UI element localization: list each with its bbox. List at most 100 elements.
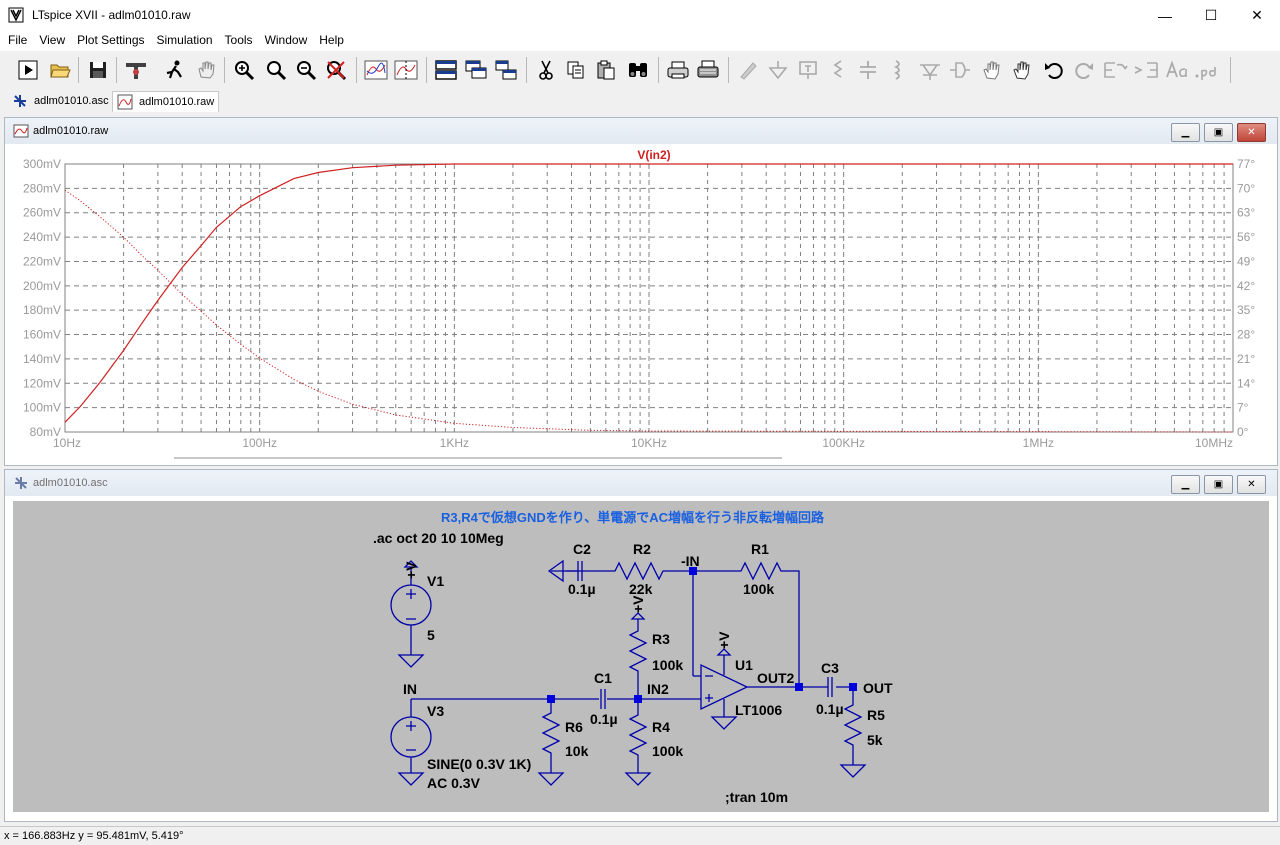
c1-label[interactable]: C1: [594, 670, 612, 686]
u1-value[interactable]: LT1006: [735, 702, 782, 718]
plot-pane-icon[interactable]: [392, 56, 420, 84]
schematic-comment[interactable]: R3,R4で仮想GNDを作り、単電源でAC増幅を行う非反転増幅回路: [441, 510, 825, 525]
pan-hand-icon[interactable]: [192, 56, 220, 84]
undo-icon[interactable]: [1040, 56, 1068, 84]
waveform-plot[interactable]: 80mV100mV120mV140mV160mV180mV200mV220mV2…: [6, 145, 1275, 463]
waveform-minimize-button[interactable]: ▁: [1171, 123, 1200, 142]
menu-tools[interactable]: Tools: [217, 31, 257, 47]
inductor-icon[interactable]: [884, 56, 912, 84]
maximize-button[interactable]: ☐: [1188, 0, 1234, 31]
ltspice-app-icon: [8, 7, 24, 23]
r3-supply-label[interactable]: +V: [630, 595, 646, 613]
paste-icon[interactable]: [592, 56, 620, 84]
spice-directive-icon[interactable]: [1194, 56, 1222, 84]
mirror-icon[interactable]: [1132, 56, 1160, 84]
net-label-in[interactable]: IN: [403, 681, 417, 697]
r6-label[interactable]: R6: [565, 719, 583, 735]
c3-label[interactable]: C3: [821, 660, 839, 676]
schematic-restore-button[interactable]: ▣: [1204, 475, 1233, 494]
component-icon[interactable]: [946, 56, 974, 84]
zoom-fit-icon[interactable]: [292, 56, 320, 84]
schematic-canvas[interactable]: R3,R4で仮想GNDを作り、単電源でAC増幅を行う非反転増幅回路 .ac oc…: [13, 501, 1269, 812]
copy-icon[interactable]: [562, 56, 590, 84]
tab-schematic[interactable]: adlm01010.asc: [8, 91, 113, 111]
r6-value[interactable]: 10k: [565, 743, 589, 759]
menu-plot-settings[interactable]: Plot Settings: [69, 31, 148, 47]
ground-icon[interactable]: [764, 56, 792, 84]
autorange-icon[interactable]: [362, 56, 390, 84]
r2-value[interactable]: 22k: [629, 581, 653, 597]
print-setup-icon[interactable]: [694, 56, 722, 84]
c3-value[interactable]: 0.1µ: [816, 701, 844, 717]
zoom-in-icon[interactable]: [230, 56, 258, 84]
diode-icon[interactable]: [916, 56, 944, 84]
menu-window[interactable]: Window: [257, 31, 312, 47]
v3-value-sine[interactable]: SINE(0 0.3V 1K): [427, 756, 531, 772]
label-net-icon[interactable]: [794, 56, 822, 84]
v3-label[interactable]: V3: [427, 703, 444, 719]
junction-node-out2: [795, 683, 803, 691]
r3-value[interactable]: 100k: [652, 657, 683, 673]
print-icon[interactable]: [664, 56, 692, 84]
menu-file[interactable]: File: [0, 31, 31, 47]
rotate-icon[interactable]: [1102, 56, 1130, 84]
run-icon[interactable]: [14, 56, 42, 84]
r1-label[interactable]: R1: [751, 541, 769, 557]
u1-label[interactable]: U1: [735, 657, 753, 673]
tran-directive[interactable]: ;tran 10m: [725, 789, 788, 805]
zoom-cancel-icon[interactable]: [322, 56, 350, 84]
menu-help[interactable]: Help: [311, 31, 348, 47]
draw-wire-icon[interactable]: [734, 56, 762, 84]
menu-simulation[interactable]: Simulation: [149, 31, 217, 47]
cascade-icon[interactable]: [462, 56, 490, 84]
r5-value[interactable]: 5k: [867, 732, 883, 748]
net-label-out[interactable]: OUT: [863, 680, 893, 696]
waveform-restore-button[interactable]: ▣: [1204, 123, 1233, 142]
ac-directive[interactable]: .ac oct 20 10 10Meg: [373, 530, 504, 546]
r5-label[interactable]: R5: [867, 707, 885, 723]
find-icon[interactable]: [624, 56, 652, 84]
net-label-minus-in[interactable]: -IN: [681, 553, 700, 569]
r2-label[interactable]: R2: [633, 541, 651, 557]
cut-icon[interactable]: [532, 56, 560, 84]
schematic-minimize-button[interactable]: ▁: [1171, 475, 1200, 494]
v1-supply-label[interactable]: +V: [403, 561, 419, 579]
move-icon[interactable]: [978, 56, 1006, 84]
redo-icon[interactable]: [1070, 56, 1098, 84]
zoom-out-icon[interactable]: [262, 56, 290, 84]
u1-supply-label[interactable]: +V: [716, 631, 732, 649]
run-animate-icon[interactable]: [160, 56, 188, 84]
save-icon[interactable]: [84, 56, 112, 84]
control-panel-icon[interactable]: [122, 56, 150, 84]
capacitor-icon[interactable]: [854, 56, 882, 84]
close-button[interactable]: ✕: [1234, 0, 1280, 31]
r3-label[interactable]: R3: [652, 631, 670, 647]
v3-value-ac[interactable]: AC 0.3V: [427, 775, 481, 791]
x-tick-label: 1KHz: [440, 436, 469, 450]
tile-horizontal-icon[interactable]: [432, 56, 460, 84]
c1-value[interactable]: 0.1µ: [590, 711, 618, 727]
net-label-in2[interactable]: IN2: [647, 681, 669, 697]
y-tick-label: 220mV: [23, 254, 61, 268]
r4-value[interactable]: 100k: [652, 743, 683, 759]
r4-label[interactable]: R4: [652, 719, 670, 735]
v1-label[interactable]: V1: [427, 573, 444, 589]
tile-vertical-icon[interactable]: [492, 56, 520, 84]
v1-value[interactable]: 5: [427, 627, 435, 643]
tab-waveform[interactable]: adlm01010.raw: [112, 91, 220, 112]
c2-value[interactable]: 0.1µ: [568, 581, 596, 597]
text-icon[interactable]: [1164, 56, 1192, 84]
r1-value[interactable]: 100k: [743, 581, 774, 597]
c2-label[interactable]: C2: [573, 541, 591, 557]
waveform-close-button[interactable]: ✕: [1237, 123, 1266, 142]
schematic-window-title: adlm01010.asc: [33, 477, 108, 489]
resistor-icon[interactable]: [824, 56, 852, 84]
cursor-readout: x = 166.883Hz y = 95.481mV, 5.419°: [4, 830, 184, 842]
y2-tick-label: 28°: [1237, 328, 1255, 342]
open-icon[interactable]: [46, 56, 74, 84]
menu-view[interactable]: View: [31, 31, 69, 47]
schematic-close-button[interactable]: ✕: [1237, 475, 1266, 494]
drag-icon[interactable]: [1008, 56, 1036, 84]
minimize-button[interactable]: —: [1142, 0, 1188, 31]
net-label-out2[interactable]: OUT2: [757, 670, 795, 686]
